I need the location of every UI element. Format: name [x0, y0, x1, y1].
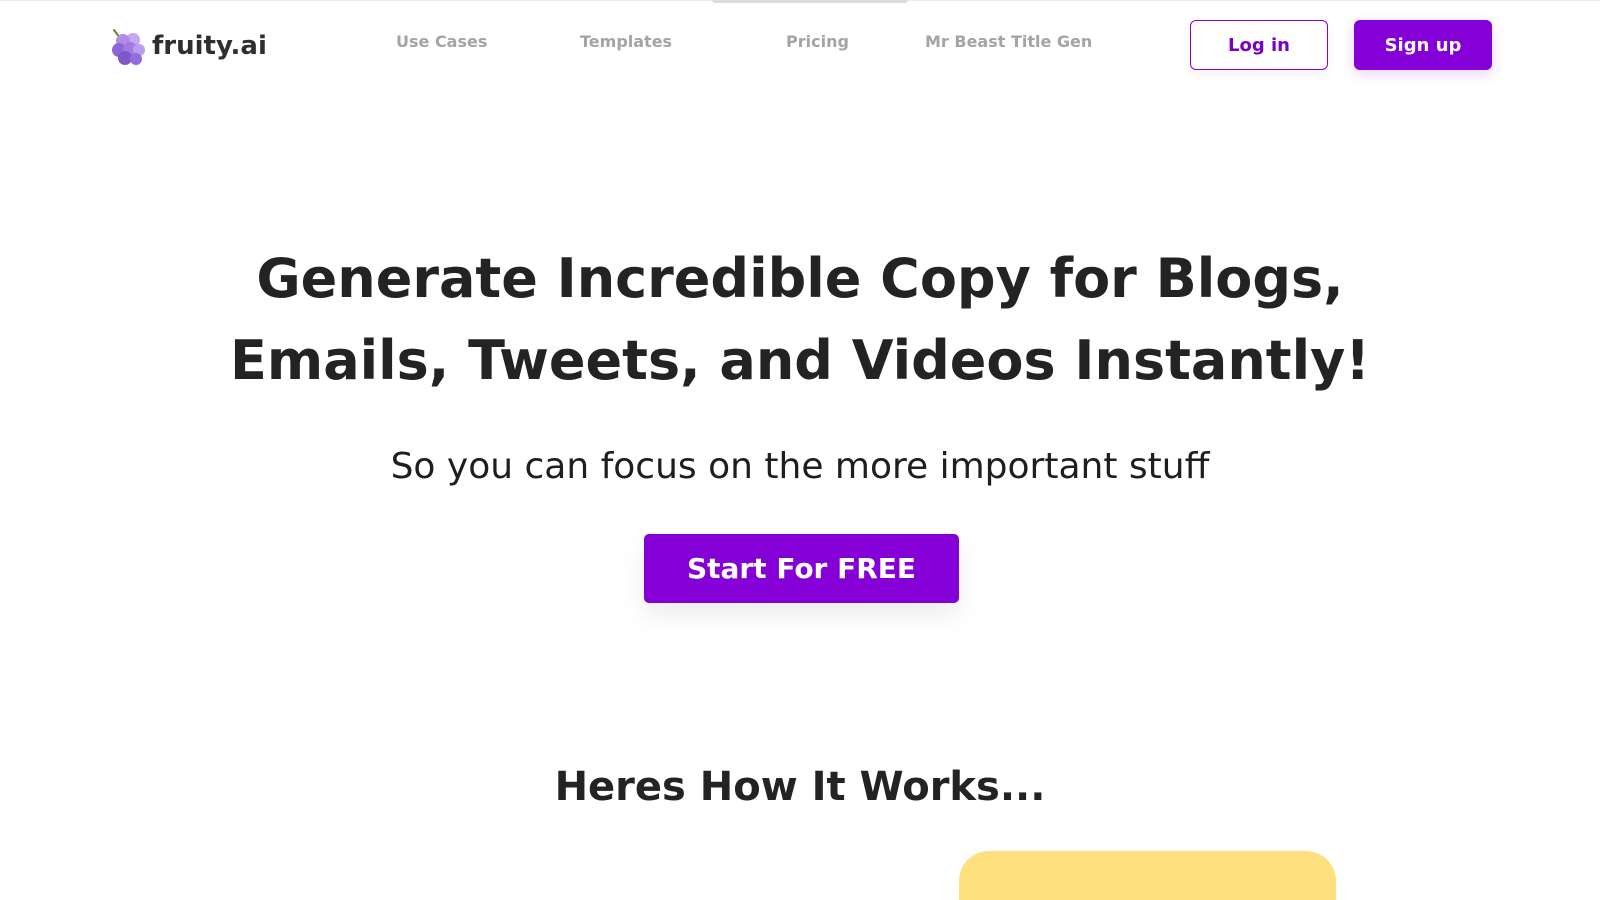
hero-subtitle: So you can focus on the more important s…: [390, 446, 1210, 487]
hero-title-line-1: Generate Incredible Copy for Blogs,: [256, 247, 1344, 310]
grapes-icon: [112, 29, 145, 65]
brand-logo[interactable]: fruity.ai: [108, 24, 267, 68]
nav-pricing[interactable]: Pricing: [786, 32, 849, 51]
how-it-works-card: [959, 851, 1336, 900]
nav-templates[interactable]: Templates: [580, 32, 672, 51]
nav-use-cases[interactable]: Use Cases: [396, 32, 487, 51]
brand-name: fruity.ai: [152, 31, 267, 61]
how-it-works-title: Heres How It Works...: [554, 764, 1046, 810]
hero-title-line-2: Emails, Tweets, and Videos Instantly!: [230, 329, 1370, 392]
signup-button[interactable]: Sign up: [1354, 20, 1492, 70]
site-header: fruity.ai Use Cases Templates Pricing Mr…: [0, 0, 1600, 92]
hero-title: Generate Incredible Copy for Blogs, Emai…: [160, 238, 1440, 402]
login-button[interactable]: Log in: [1190, 20, 1328, 70]
start-free-button[interactable]: Start For FREE: [644, 534, 959, 603]
nav-mr-beast-title-gen[interactable]: Mr Beast Title Gen: [925, 32, 1092, 51]
